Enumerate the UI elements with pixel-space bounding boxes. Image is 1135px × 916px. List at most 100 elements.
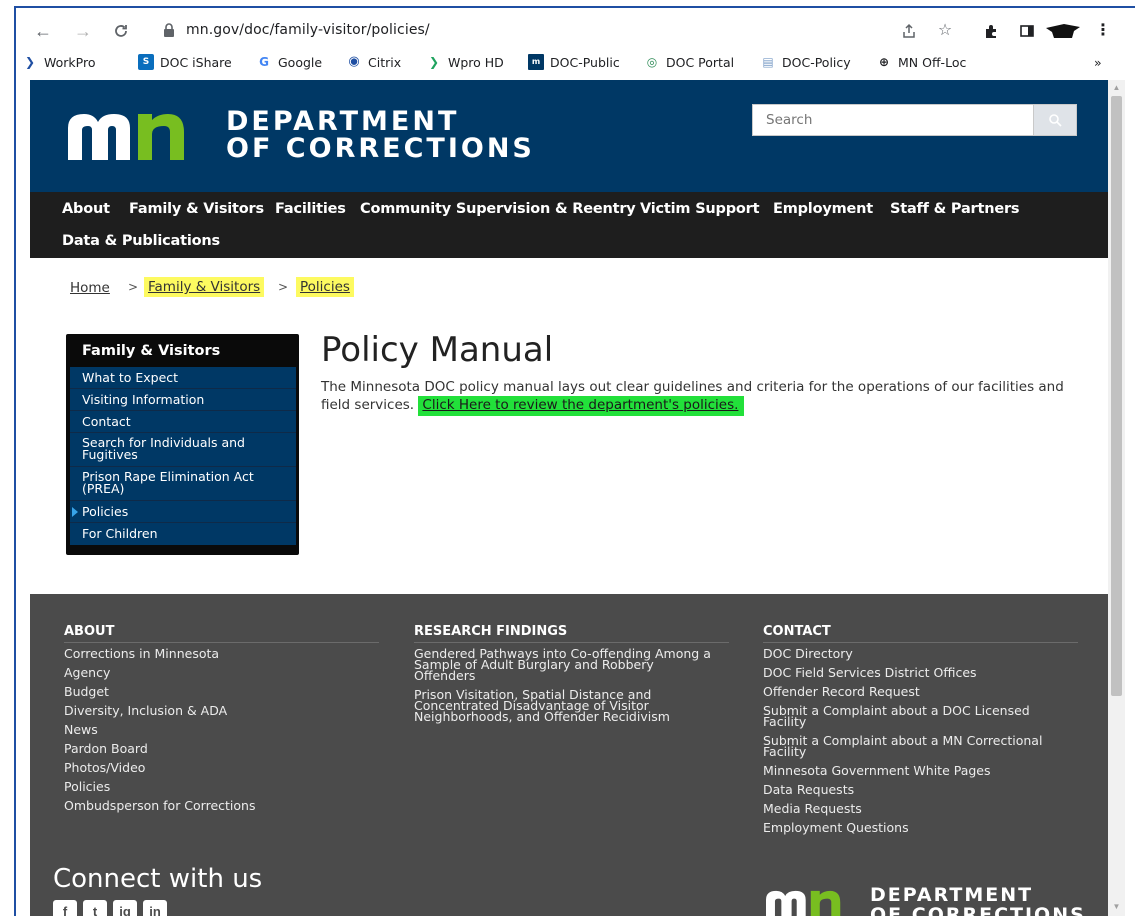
sidebar-item-visiting-information[interactable]: Visiting Information: [70, 389, 296, 411]
review-policies-link[interactable]: Click Here to review the department's po…: [418, 396, 745, 416]
mn-icon: m: [528, 54, 544, 70]
nav-staff-partners[interactable]: Staff & Partners: [890, 201, 1020, 217]
footer-link[interactable]: Pardon Board: [64, 742, 379, 755]
footer-research-heading: RESEARCH FINDINGS: [414, 624, 729, 643]
mn-logo-icon: [68, 114, 184, 160]
search-button[interactable]: [1034, 104, 1077, 136]
bookmark-mn-off-loc[interactable]: ⊕ MN Off-Loc: [876, 52, 966, 72]
share-icon[interactable]: [898, 20, 920, 42]
globe-icon: ⊕: [878, 55, 890, 69]
sidebar-item-what-to-expect[interactable]: What to Expect: [70, 367, 296, 389]
reload-icon[interactable]: [110, 20, 132, 42]
footer-link[interactable]: Media Requests: [763, 802, 1078, 815]
footer-link[interactable]: Budget: [64, 685, 379, 698]
footer-link[interactable]: Policies: [64, 780, 379, 793]
footer-link[interactable]: Offender Record Request: [763, 685, 1078, 698]
lock-icon: [164, 23, 174, 37]
linkedin-icon[interactable]: in: [143, 900, 167, 916]
facebook-icon[interactable]: f: [53, 900, 77, 916]
twitter-icon[interactable]: t: [83, 900, 107, 916]
bookmark-google[interactable]: G Google: [256, 52, 322, 72]
breadcrumb-policies[interactable]: Policies: [296, 277, 354, 297]
nav-facilities[interactable]: Facilities: [275, 201, 346, 217]
logo-text-corrections: OF CORRECTIONS: [226, 133, 535, 164]
bookmark-workpro[interactable]: ❯ WorkPro: [22, 52, 96, 72]
side-panel-icon[interactable]: [1016, 20, 1038, 42]
breadcrumb-family-visitors[interactable]: Family & Visitors: [144, 277, 265, 297]
footer-logo[interactable]: DEPARTMENT OF CORRECTIONS: [766, 884, 1086, 916]
page-scrollbar[interactable]: ▲ ▼: [1108, 80, 1125, 916]
screenshot-frame: ← → mn.gov/doc/family-visitor/policies/ …: [0, 0, 1135, 916]
document-icon: ▤: [762, 55, 774, 69]
url-text: mn.gov/doc/family-visitor/policies/: [186, 22, 430, 38]
footer-link[interactable]: Minnesota Government White Pages: [763, 764, 1078, 777]
page-viewport: DEPARTMENT OF CORRECTIONS About Family &…: [30, 80, 1108, 916]
footer-logo-corrections: OF CORRECTIONS: [870, 904, 1086, 916]
footer-link[interactable]: Employment Questions: [763, 821, 1078, 834]
nav-data-publications[interactable]: Data & Publications: [62, 233, 220, 249]
scrollbar-thumb[interactable]: [1111, 96, 1122, 696]
footer-link[interactable]: News: [64, 723, 379, 736]
breadcrumb-home[interactable]: Home: [70, 280, 110, 296]
nav-community-supervision[interactable]: Community Supervision & Reentry: [360, 201, 636, 217]
nav-about[interactable]: About: [62, 201, 110, 217]
bookmark-wpro-hd[interactable]: ❯ Wpro HD: [426, 52, 504, 72]
bookmark-doc-policy[interactable]: ▤ DOC-Policy: [760, 52, 850, 72]
spiral-icon: ◎: [646, 55, 658, 69]
footer-link[interactable]: Ombudsperson for Corrections: [64, 799, 379, 812]
footer-logo-department: DEPARTMENT: [870, 884, 1034, 906]
back-icon[interactable]: ←: [32, 20, 54, 42]
footer-link[interactable]: Prison Visitation, Spatial Distance and …: [414, 688, 674, 723]
scroll-down-arrow-icon[interactable]: ▼: [1108, 900, 1125, 914]
extensions-icon[interactable]: [980, 20, 1002, 42]
footer-link[interactable]: Submit a Complaint about a MN Correction…: [763, 734, 1053, 758]
footer-link[interactable]: Submit a Complaint about a DOC Licensed …: [763, 704, 1043, 728]
footer-link[interactable]: Agency: [64, 666, 379, 679]
sidebar-item-contact[interactable]: Contact: [70, 411, 296, 433]
nav-family-visitors[interactable]: Family & Visitors: [129, 201, 264, 217]
intro-paragraph: The Minnesota DOC policy manual lays out…: [321, 378, 1081, 416]
instagram-icon[interactable]: ig: [113, 900, 137, 916]
sidebar-title: Family & Visitors: [82, 343, 221, 359]
profile-avatar[interactable]: [1044, 22, 1082, 40]
footer-link[interactable]: Gendered Pathways into Co-offending Amon…: [414, 647, 719, 682]
section-sidebar: Family & Visitors What to Expect Visitin…: [66, 334, 299, 555]
nav-victim-support[interactable]: Victim Support: [640, 201, 760, 217]
bookmark-doc-portal[interactable]: ◎ DOC Portal: [644, 52, 734, 72]
more-bookmarks-button[interactable]: »: [1094, 52, 1102, 72]
connect-heading: Connect with us: [53, 864, 263, 894]
footer-about-heading: ABOUT: [64, 624, 379, 643]
sidebar-item-search-individuals[interactable]: Search for Individuals and Fugitives: [70, 433, 296, 467]
footer-research-column: RESEARCH FINDINGS Gendered Pathways into…: [414, 624, 729, 730]
bookmark-doc-public[interactable]: m DOC-Public: [528, 52, 620, 72]
bookmark-doc-ishare[interactable]: S DOC iShare: [138, 52, 232, 72]
menu-icon[interactable]: ⋮: [1092, 20, 1114, 42]
sidebar-item-prea[interactable]: Prison Rape Elimination Act (PREA): [70, 467, 296, 501]
bookmarks-bar: ❯ WorkPro S DOC iShare G Google ◉ Citrix ❯ Wp…: [16, 50, 1135, 74]
search-input[interactable]: [753, 105, 1033, 135]
scroll-up-arrow-icon[interactable]: ▲: [1108, 80, 1125, 96]
site-logo[interactable]: DEPARTMENT OF CORRECTIONS: [68, 106, 568, 166]
sidebar-menu: What to Expect Visiting Information Cont…: [70, 367, 296, 545]
page-title: Policy Manual: [321, 330, 554, 370]
chevron-right-icon: ❯: [24, 55, 36, 69]
search-field[interactable]: [752, 104, 1034, 136]
browser-toolbar: ← → mn.gov/doc/family-visitor/policies/ …: [16, 8, 1135, 80]
star-icon[interactable]: ☆: [934, 20, 956, 42]
sidebar-item-policies[interactable]: Policies: [70, 501, 296, 523]
footer-link[interactable]: DOC Directory: [763, 647, 1078, 660]
sidebar-item-for-children[interactable]: For Children: [70, 523, 296, 545]
footer-link[interactable]: Data Requests: [763, 783, 1078, 796]
footer-link[interactable]: Corrections in Minnesota: [64, 647, 379, 660]
nav-employment[interactable]: Employment: [773, 201, 873, 217]
footer-link[interactable]: Photos/Video: [64, 761, 379, 774]
site-footer: ABOUT Corrections in Minnesota Agency Bu…: [30, 594, 1108, 916]
google-icon: G: [259, 55, 269, 69]
sharepoint-icon: S: [138, 54, 154, 70]
breadcrumb-separator: >: [128, 280, 139, 294]
mn-logo-icon: [766, 890, 841, 916]
footer-link[interactable]: Diversity, Inclusion & ADA: [64, 704, 379, 717]
bookmark-citrix[interactable]: ◉ Citrix: [346, 52, 401, 72]
forward-icon[interactable]: →: [72, 20, 94, 42]
footer-link[interactable]: DOC Field Services District Offices: [763, 666, 1078, 679]
